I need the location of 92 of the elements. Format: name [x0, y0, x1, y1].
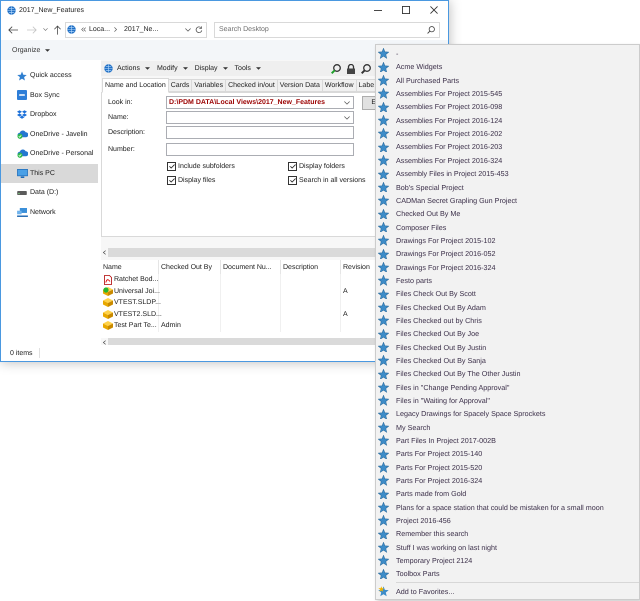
checkbox[interactable] [288, 162, 297, 171]
padlock-icon[interactable] [346, 64, 356, 74]
star-icon [378, 488, 389, 500]
star-icon [378, 555, 389, 566]
star-icon [378, 568, 389, 580]
star-icon [378, 515, 389, 526]
star-icon [378, 542, 389, 553]
combo-field[interactable] [166, 111, 354, 124]
star-icon [378, 315, 389, 326]
globe-icon [67, 25, 76, 34]
tick-icon [168, 164, 174, 169]
star-icon [378, 395, 389, 406]
scrollbar[interactable] [108, 248, 377, 257]
star-icon [378, 102, 389, 112]
star-icon [378, 75, 389, 86]
star-icon [378, 168, 389, 180]
star-icon [378, 382, 389, 393]
star-icon [378, 328, 389, 340]
scroll-left-icon[interactable] [103, 250, 106, 255]
star-icon [378, 368, 389, 380]
cloud-check-icon [17, 130, 28, 139]
star-add-icon [378, 586, 389, 597]
star-icon [378, 342, 389, 352]
checkbox[interactable] [288, 176, 297, 185]
checkbox[interactable] [167, 162, 176, 171]
star-icon [378, 195, 389, 206]
star-icon [378, 128, 389, 139]
star-icon [378, 302, 389, 312]
caret-icon [222, 67, 228, 70]
star-icon [378, 462, 389, 473]
input-field[interactable] [166, 143, 354, 156]
star-icon [17, 70, 27, 81]
star-icon [378, 502, 389, 513]
star-icon [378, 262, 389, 272]
refresh-icon[interactable] [195, 26, 203, 34]
star-icon [378, 528, 389, 540]
up-arrow-icon[interactable] [54, 24, 61, 34]
drive-icon [17, 190, 27, 195]
chevron-down-icon [344, 100, 350, 104]
document-icon [104, 274, 112, 285]
star-icon [378, 155, 389, 166]
cube-status-icon [103, 286, 113, 296]
tick-icon [290, 164, 296, 169]
star-icon [378, 408, 389, 420]
chevron-down-icon[interactable] [43, 28, 48, 31]
cloud-check-icon [17, 149, 28, 158]
star-icon [378, 182, 389, 192]
star-icon [378, 288, 389, 300]
caret-icon [45, 48, 50, 52]
chevron-down-icon [185, 28, 191, 32]
double-chevron-icon[interactable] [81, 27, 86, 32]
tick-icon [168, 178, 174, 183]
star-icon [378, 88, 389, 99]
chevron-right-icon [114, 27, 118, 32]
star-icon [378, 235, 389, 246]
star-icon [378, 142, 389, 152]
star-icon [378, 475, 389, 486]
checkbox[interactable] [167, 176, 176, 185]
globe-icon [104, 64, 113, 73]
chevron-down-icon [344, 116, 350, 120]
open-box-icon [17, 110, 27, 120]
globe-icon [7, 6, 16, 14]
tick-icon [290, 178, 296, 183]
star-icon [378, 275, 389, 286]
monitor-icon [17, 168, 28, 178]
caret-icon [256, 67, 261, 70]
star-icon [378, 422, 389, 433]
star-icon [378, 222, 389, 232]
scrollbar[interactable] [108, 338, 377, 345]
search-icon[interactable] [361, 64, 371, 74]
star-icon [378, 48, 389, 59]
star-icon [378, 62, 389, 72]
input-field[interactable] [166, 126, 354, 139]
star-icon [378, 448, 389, 460]
cube-icon [103, 298, 113, 308]
cube-icon [103, 310, 113, 319]
app-tile-icon [17, 90, 27, 100]
star-icon [378, 208, 389, 220]
close-icon [430, 6, 438, 14]
caret-icon [144, 67, 150, 70]
star-icon [378, 355, 389, 366]
caret-icon [182, 67, 188, 70]
scroll-left-icon[interactable] [103, 340, 106, 344]
search-icon[interactable] [331, 64, 341, 74]
search-icon [427, 26, 435, 34]
star-icon [378, 435, 389, 446]
network-icon [17, 208, 28, 217]
star-icon [378, 115, 389, 126]
star-icon [378, 248, 389, 260]
back-arrow-icon[interactable] [8, 26, 18, 34]
maximize-icon [402, 6, 410, 14]
cube-icon [103, 321, 113, 330]
